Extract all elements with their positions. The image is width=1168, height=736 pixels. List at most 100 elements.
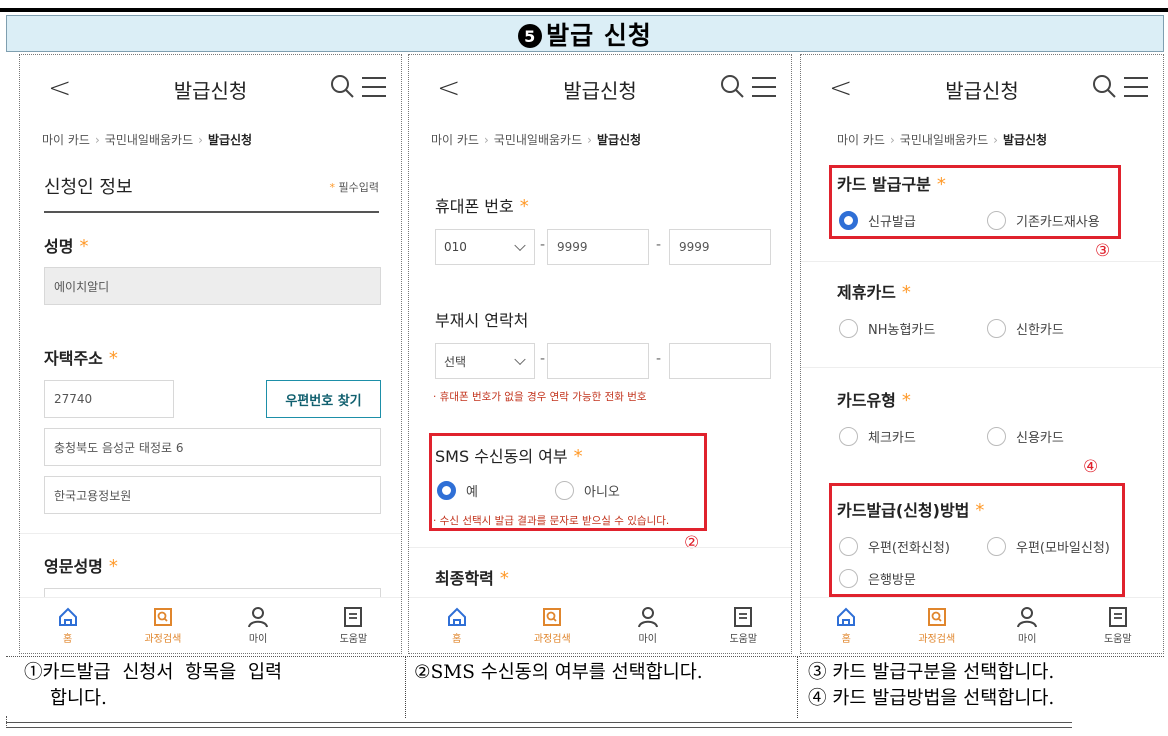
card-kind-label: 카드유형 * [837,390,911,411]
menu-icon[interactable] [1123,75,1149,99]
breadcrumb-item[interactable]: 마이 카드 [837,133,885,147]
radio-empty-icon [987,427,1006,446]
divider [801,367,1163,368]
alt-prefix-select[interactable]: 선택 [435,343,535,379]
phone-middle-field[interactable]: 9999 [547,229,649,265]
nav-course-search[interactable]: 과정검색 [505,598,601,653]
home-icon [447,607,466,626]
caption-step3-4: ③ 카드 발급구분을 선택합니다. ④ 카드 발급방법을 선택합니다. [808,662,1055,709]
name-field[interactable]: 에이치알디 [44,267,381,305]
bottom-nav: 홈 과정검색 마이 도움말 [409,597,791,653]
help-doc-icon [344,607,363,627]
dash: - [540,237,546,253]
nh-card-radio[interactable]: NH농협카드 [839,319,935,338]
nav-home[interactable]: 홈 [801,598,892,653]
panel-card-options: < 발급신청 마이 카드 › 국민내일배움카드 › 발급신청 카드 발급구분 * 신규발급… [800,54,1164,654]
find-zip-button[interactable]: 우편번호 찾기 [266,380,381,418]
step-title: 5 발급 신청 [518,16,652,52]
nav-home[interactable]: 홈 [409,598,505,653]
caption-top-line [6,656,1164,657]
breadcrumb-current: 발급신청 [1002,133,1048,147]
breadcrumb-item[interactable]: 국민내일배움카드 [900,133,988,147]
nav-help[interactable]: 도움말 [306,598,401,653]
zip-field[interactable]: 27740 [44,380,174,418]
search-icon[interactable] [329,73,355,99]
radio-empty-icon [987,319,1006,338]
divider [20,533,401,534]
phone-label: 휴대폰 번호 * [435,196,529,217]
address-line1-field[interactable]: 충청북도 음성군 태정로 6 [44,428,381,466]
person-icon [248,607,269,628]
address-label: 자택주소 * [44,348,118,369]
breadcrumb-current: 발급신청 [207,133,253,147]
nav-course-search[interactable]: 과정검색 [115,598,210,653]
help-doc-icon [734,607,753,627]
highlight-box-issue-method [829,483,1125,597]
highlight-box-card-type [829,165,1121,239]
person-icon [1017,607,1038,628]
breadcrumb: 마이 카드 › 국민내일배움카드 › 발급신청 [837,133,1048,147]
home-icon [837,607,856,626]
phone-prefix-select[interactable]: 010 [435,229,535,265]
course-search-icon [543,608,562,626]
step-marker-4: ④ [1083,457,1099,477]
breadcrumb-item[interactable]: 마이 카드 [42,133,90,147]
nav-help[interactable]: 도움말 [1073,598,1164,653]
search-icon[interactable] [719,73,745,99]
alt-middle-field[interactable] [547,343,649,379]
breadcrumb-item[interactable]: 국민내일배움카드 [105,133,193,147]
dash: - [656,351,662,367]
step-header: 5 발급 신청 [6,15,1164,52]
nav-course-search[interactable]: 과정검색 [892,598,983,653]
app-topbar: < 발급신청 [409,55,791,121]
partner-card-label: 제휴카드 * [837,282,911,303]
nav-my[interactable]: 마이 [600,598,696,653]
help-doc-icon [1108,607,1127,627]
app-topbar: < 발급신청 [20,55,401,121]
caption-step2: ②SMS 수신동의 여부를 선택합니다. [414,662,703,683]
breadcrumb-item[interactable]: 국민내일배움카드 [494,133,582,147]
caption-separator [405,656,406,718]
course-search-icon [153,608,172,626]
breadcrumb: 마이 카드 › 국민내일배움카드 › 발급신청 [42,133,253,147]
bottom-nav: 홈 과정검색 마이 도움말 [801,597,1163,653]
nav-my[interactable]: 마이 [982,598,1073,653]
divider [801,261,1163,262]
caption-step1: ①카드발급 신청서 항목을 입력 합니다. [24,662,283,709]
address-line2-field[interactable]: 한국고용정보원 [44,476,381,514]
section-divider [44,211,379,213]
course-search-icon [927,608,946,626]
step-marker-3: ③ [1095,241,1111,261]
section-title: 신청인 정보 [44,177,133,198]
top-rule [0,8,1168,12]
breadcrumb: 마이 카드 › 국민내일배움카드 › 발급신청 [431,133,642,147]
required-note: * 필수입력 [329,181,379,194]
panel-applicant-info: < 발급신청 마이 카드 › 국민내일배움카드 › 발급신청 신청인 정보 * 필수입력… [19,54,402,654]
step-marker-2: ② [684,533,700,553]
highlight-box-sms [429,433,707,531]
phone-last-field[interactable]: 9999 [669,229,771,265]
name-label: 성명 * [44,236,89,257]
alt-contact-note: · 휴대폰 번호가 없을 경우 연락 가능한 전화 번호 [433,391,647,403]
shinhan-card-radio[interactable]: 신한카드 [987,319,1064,338]
search-icon[interactable] [1091,73,1117,99]
nav-home[interactable]: 홈 [20,598,115,653]
breadcrumb-item[interactable]: 마이 카드 [431,133,479,147]
alt-last-field[interactable] [669,343,771,379]
menu-icon[interactable] [361,75,387,99]
check-card-radio[interactable]: 체크카드 [839,427,916,446]
credit-card-radio[interactable]: 신용카드 [987,427,1064,446]
education-label: 최종학력 * [435,568,509,589]
menu-icon[interactable] [751,75,777,99]
caption-separator [797,656,798,718]
dash: - [656,237,662,253]
dash: - [540,351,546,367]
divider [409,547,791,548]
nav-my[interactable]: 마이 [211,598,306,653]
breadcrumb-current: 발급신청 [596,133,642,147]
person-icon [637,607,658,628]
bottom-nav: 홈 과정검색 마이 도움말 [20,597,401,653]
bottom-rule [6,722,1072,728]
nav-help[interactable]: 도움말 [696,598,792,653]
app-topbar: < 발급신청 [801,55,1163,121]
